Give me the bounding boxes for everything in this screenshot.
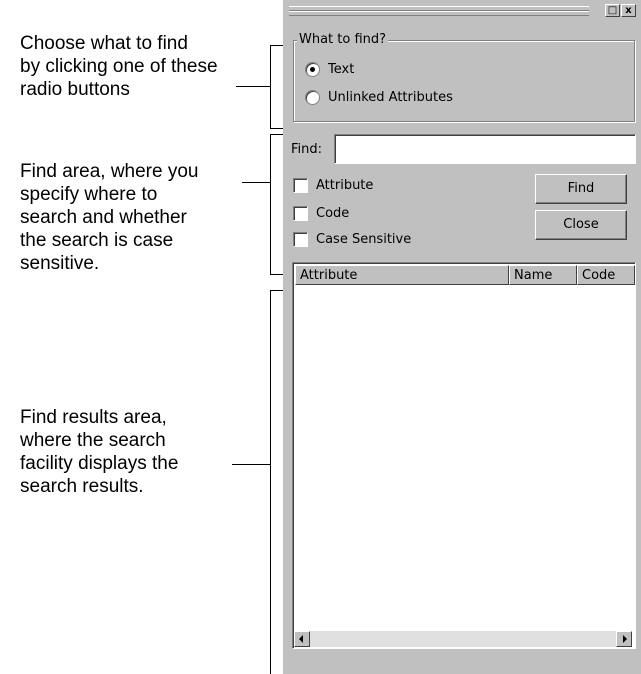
radio-unselected-icon[interactable]	[305, 90, 320, 105]
find-dialog: □ x What to find? Text Unlinked Attribut…	[283, 0, 641, 674]
annotation-choose: Choose what to find by clicking one of t…	[20, 32, 218, 101]
annotation-line: search and whether	[20, 207, 187, 228]
checkbox-case-sensitive-label: Case Sensitive	[316, 232, 412, 247]
radio-unlinked-attributes-label: Unlinked Attributes	[328, 90, 453, 105]
radio-text-label: Text	[328, 62, 355, 77]
arrow-right-icon	[623, 635, 627, 643]
column-header-attribute[interactable]: Attribute	[295, 265, 509, 285]
checkbox-attribute[interactable]: Attribute	[293, 178, 373, 193]
what-to-find-legend: What to find?	[297, 32, 389, 47]
title-bar: □ x	[283, 0, 641, 20]
find-input[interactable]	[334, 134, 636, 164]
horizontal-scrollbar[interactable]	[294, 631, 632, 647]
annotation-line: radio buttons	[20, 79, 130, 100]
checkbox-code[interactable]: Code	[293, 206, 349, 221]
radio-unlinked-attributes[interactable]: Unlinked Attributes	[305, 90, 453, 105]
annotation-line: Find results area,	[20, 407, 167, 428]
leader-line-find-bracket	[270, 134, 271, 274]
radio-text[interactable]: Text	[305, 62, 354, 77]
annotation-line: sensitive.	[20, 253, 100, 274]
annotation-line: the search is case	[20, 230, 174, 251]
leader-line-choose	[236, 86, 270, 87]
scroll-right-button[interactable]	[616, 631, 632, 647]
column-header-name[interactable]: Name	[509, 265, 577, 285]
title-grip[interactable]	[289, 11, 589, 16]
checkbox-icon[interactable]	[293, 178, 308, 193]
annotation-line: Find area, where you	[20, 161, 199, 182]
column-header-code[interactable]: Code	[577, 265, 635, 285]
annotation-find-area: Find area, where you specify where to se…	[20, 160, 199, 275]
annotation-line: by clicking one of these	[20, 56, 218, 77]
what-to-find-group	[293, 40, 635, 122]
annotation-line: specify where to	[20, 184, 158, 205]
annotation-line: where the search	[20, 430, 166, 451]
restore-icon[interactable]: □	[605, 4, 620, 17]
find-label: Find:	[291, 142, 323, 157]
annotation-line: Choose what to find	[20, 33, 188, 54]
close-button[interactable]: Close	[535, 210, 627, 240]
checkbox-case-sensitive[interactable]: Case Sensitive	[293, 232, 411, 247]
checkbox-code-label: Code	[316, 206, 350, 221]
annotation-line: search results.	[20, 476, 144, 497]
radio-selected-icon[interactable]	[305, 62, 320, 77]
arrow-left-icon	[299, 635, 303, 643]
checkbox-attribute-label: Attribute	[316, 178, 374, 193]
results-list[interactable]: Attribute Name Code	[292, 262, 636, 649]
close-icon[interactable]: x	[621, 4, 636, 17]
checkbox-icon[interactable]	[293, 206, 308, 221]
leader-line-results-bracket	[270, 290, 271, 674]
checkbox-icon[interactable]	[293, 232, 308, 247]
leader-line-find	[242, 182, 270, 183]
annotation-results-area: Find results area, where the search faci…	[20, 406, 178, 498]
annotation-line: facility displays the	[20, 453, 179, 474]
find-button[interactable]: Find	[535, 174, 627, 204]
leader-line-results	[232, 464, 270, 465]
leader-line-choose-bracket	[270, 45, 271, 128]
scroll-left-button[interactable]	[294, 631, 310, 647]
